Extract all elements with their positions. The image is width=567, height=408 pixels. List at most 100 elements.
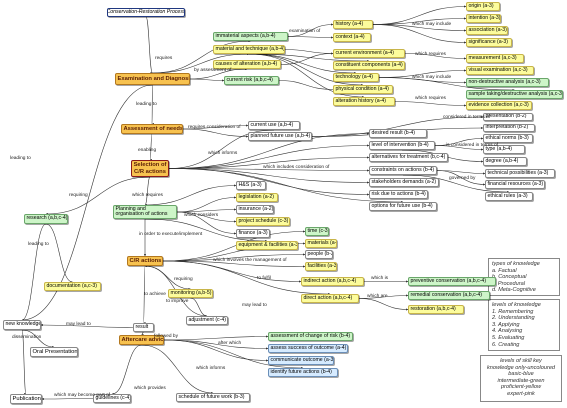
concept-node-schedulework[interactable]: schedule of future work (b-3) [176,393,250,402]
legend-knowledge-levels: levels of knowledge 1. Remembering 2. Un… [488,299,560,351]
link-label-leading-to3: leading to [28,242,49,247]
concept-node-schedule[interactable]: project schedule (c-3) [236,217,290,226]
concept-node-success[interactable]: assess success of outcome (a-4) [268,344,348,353]
link-label-to-achieve: to achieve [144,292,166,297]
edge-process-to-exam [145,16,153,75]
concept-node-selection[interactable]: Selection of C/R actions [131,160,169,177]
concept-node-sample[interactable]: sample taking/destructive analysis (a,c-… [466,90,563,99]
concept-node-constituent[interactable]: constituent components (a-4) [333,61,405,70]
concept-node-alteration[interactable]: alteration history (a-4) [333,97,395,106]
link-label-requiring2: requiring [174,277,193,282]
concept-node-oral[interactable]: Oral Presentation [30,347,78,357]
concept-node-preventive[interactable]: preventive conservation (a,b,c-4) [408,277,496,286]
edge-selection-to-options [168,168,404,204]
link-label-which-includes: which includes consideration of [263,165,330,170]
concept-node-indirect[interactable]: indirect action (a,b,c-4) [301,277,364,286]
concept-node-currentuse[interactable]: current use (a,b-4) [248,121,300,130]
concept-node-restoration[interactable]: restoration (a,b,c-4) [408,305,464,314]
legend-types-title: types of knowledge [492,261,540,267]
concept-node-people[interactable]: people (b-3) [305,250,333,259]
concept-node-significance[interactable]: significance (a-3) [466,38,512,47]
concept-node-planning[interactable]: Planning and organisation of actions [113,205,177,219]
concept-node-evidence[interactable]: evidence collection (a,c-3) [466,101,532,110]
concept-node-publication[interactable]: Publication [10,394,42,404]
concept-node-material[interactable]: material and technique (a,b-4) [213,45,285,54]
concept-node-presentation[interactable]: presentation (b-2) [483,113,533,121]
concept-node-futureuse[interactable]: planned future use (a,b-4) [248,132,312,141]
concept-node-context[interactable]: context (a-4) [333,33,371,42]
concept-node-process[interactable]: Conservation-Restoration Process [107,8,185,17]
concept-node-measurement[interactable]: measurement (a,c-3) [466,54,524,63]
link-label-leading-to1: leading to [136,102,157,107]
concept-node-physical[interactable]: physical condition (a-4) [333,85,393,94]
concept-node-legislation[interactable]: legislation (a-2) [236,193,278,202]
concept-node-assess[interactable]: Assessment of needs [121,124,183,134]
link-label-enabling: enabling [138,148,157,153]
concept-node-newknowledge[interactable]: new knowledge [3,320,41,330]
concept-node-alternatives[interactable]: alternatives for treatment (b,c-4) [369,153,448,162]
concept-node-constraints[interactable]: constraints on actions (b-4) [369,166,437,175]
concept-node-degree[interactable]: degree (a,b-4) [483,157,527,166]
concept-node-currentrisk[interactable]: current risk (a,b,c-4) [224,76,279,85]
link-label-considered-terms: considered in terms of [443,115,491,120]
concept-node-immaterial[interactable]: immaterial aspects (a,b-4) [213,32,288,41]
edge-alteration-to-evidence [394,101,467,107]
concept-node-exam[interactable]: Examination and Diagnosis [115,73,190,85]
concept-node-technology[interactable]: technology (a-4) [333,73,379,82]
concept-node-documentation[interactable]: documentation (a,c-3) [44,282,101,291]
concept-node-research[interactable]: research (a,b,c-4) [24,214,68,224]
legend-level-item: 6. Creating [492,341,520,348]
concept-node-ethical[interactable]: ethical norms (b-3) [483,134,533,143]
concept-node-direct[interactable]: direct action (a,b,c-4) [301,294,359,303]
concept-node-interpretation[interactable]: interpretation (b-2) [483,124,535,132]
link-label-which-is: which is [371,276,389,281]
concept-node-time[interactable]: time (c-3) [305,227,329,236]
concept-node-result[interactable]: result [133,323,154,332]
concept-node-origin[interactable]: origin (a-3) [466,2,500,11]
link-label-which-informs2: which informs [196,366,226,371]
legend-key-item: levels of skill key [500,358,542,364]
legend-level-item: 4. Analysing [492,328,523,335]
concept-node-technical[interactable]: technical possibilities (a-3) [485,169,555,178]
concept-node-desired[interactable]: desired result (b-4) [369,129,427,138]
concept-node-stakeholders[interactable]: stakeholders demands (a-2) [369,178,439,187]
concept-node-facilities[interactable]: facilities (a-3) [305,262,337,271]
concept-node-equipment[interactable]: equipment & facilities (a-3) [236,241,298,250]
concept-node-insurance[interactable]: insurance (a-2) [236,205,274,214]
concept-node-intention[interactable]: intention (a-3) [466,14,501,23]
concept-node-history[interactable]: history (a-4) [333,20,373,29]
edge-selection-to-riskdue [168,168,370,196]
concept-node-financial[interactable]: financial resources (a-3) [485,180,545,189]
legend-key-item: intermediate-green [497,377,545,384]
concept-node-visual[interactable]: visual examination (a,c-3) [466,66,534,75]
edge-currentrisk-to-physical [278,80,334,90]
concept-node-intervention[interactable]: level of intervention (b-4) [369,141,435,150]
concept-node-materials[interactable]: materials (a-3) [305,239,337,248]
concept-node-monitoring[interactable]: monitoring (a,b-5) [168,289,213,298]
edge-immaterial-to-context [287,36,334,39]
concept-node-environment[interactable]: current environment (a-4) [333,49,405,58]
concept-node-adjustment[interactable]: adjustment (c-4) [186,316,228,325]
concept-node-finance[interactable]: finance (a-3) [236,229,270,238]
concept-node-communicate[interactable]: communicate outcome (a-3) [268,356,334,365]
concept-node-nondestructive[interactable]: non-destructive analysis (a,c-3) [466,78,549,87]
legend-key-item: proficient-yellow [500,384,542,391]
concept-node-ethicalrules[interactable]: ethical rules (a-3) [485,192,533,201]
concept-node-options[interactable]: options for future use (b-4) [369,202,437,211]
link-label-to-improve: to improve [166,299,189,304]
link-label-which-are: which are [367,294,388,299]
concept-node-identify[interactable]: identify future actions (b-4) [268,368,338,377]
concept-node-cr[interactable]: C/R actions [127,256,163,266]
legend-type-item: c. Procedural [492,280,525,287]
edge-aftercare-to-communicate [163,339,269,362]
concept-node-changeofrisk[interactable]: assessment of change of risk (b-4) [268,332,353,341]
legend-levels-title: levels of knowledge [492,302,541,308]
concept-node-remedial[interactable]: remedial conservation (a,b,c-4) [408,291,490,300]
link-label-dissemination: dissemination [12,335,42,340]
concept-node-hs[interactable]: H&S (a-3) [236,181,266,190]
concept-node-association[interactable]: association (a-3) [466,26,508,35]
concept-node-riskdue[interactable]: risk due to actions (b-4) [369,190,428,199]
legend-key-item: knowledge only-uncoloured [486,364,556,371]
edge-guidelines-to-publication [41,397,94,401]
link-label-which-requires1: which requires [415,52,446,57]
